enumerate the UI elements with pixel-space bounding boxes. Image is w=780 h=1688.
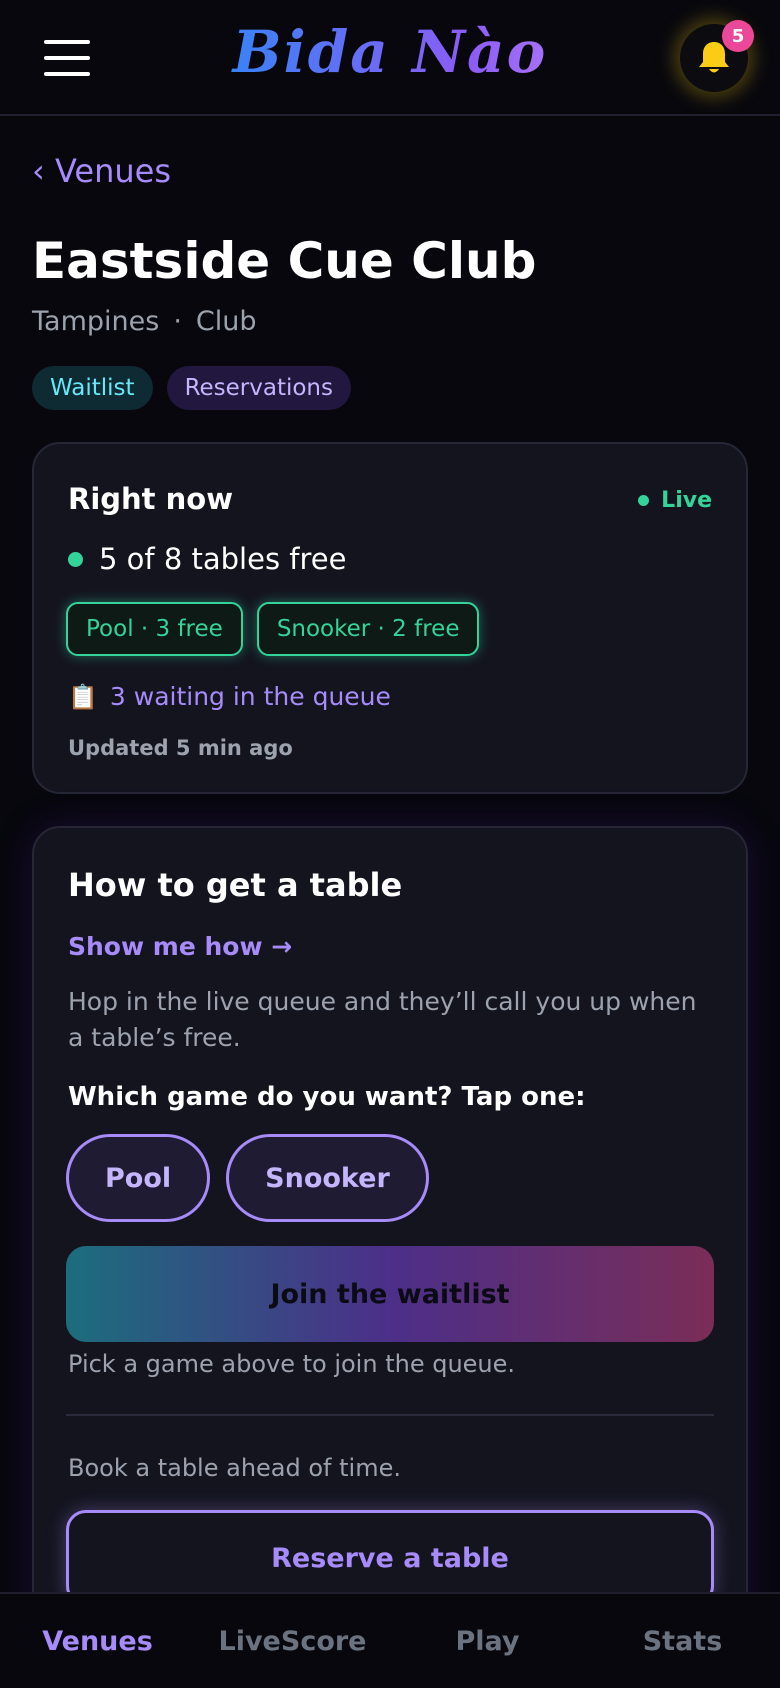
game-snooker-button[interactable]: Snooker (226, 1134, 429, 1222)
back-to-venues-link[interactable]: ‹ Venues (32, 152, 171, 190)
live-label: Live (661, 488, 712, 513)
notification-badge: 5 (722, 20, 754, 52)
right-now-title: Right now (68, 482, 233, 516)
chip-pool-free: Pool · 3 free (66, 602, 243, 656)
venue-type: Club (195, 306, 257, 337)
nav-item-venues[interactable]: Venues (0, 1594, 195, 1688)
get-table-title: How to get a table (68, 866, 403, 904)
nav-item-stats[interactable]: Stats (585, 1594, 780, 1688)
venue-title: Eastside Cue Club (32, 232, 537, 290)
updated-timestamp: Updated 5 min ago (68, 736, 293, 760)
app-logo[interactable]: Bida Nào (0, 18, 780, 86)
app-root: Bida Nào 5 ‹ Venues Eastside Cue Club Ta… (0, 0, 780, 1688)
bottom-nav: Venues LiveScore Play Stats (0, 1592, 780, 1688)
venue-area: Tampines (32, 306, 160, 337)
live-dot-icon (638, 495, 650, 506)
clipboard-icon: 📋 (68, 682, 98, 711)
tables-free-text: 5 of 8 tables free (99, 542, 347, 576)
tag-reservations: Reservations (166, 366, 351, 410)
get-table-card: How to get a table Show me how → Hop in … (32, 826, 748, 1688)
subtitle-separator: · (173, 306, 182, 337)
chip-snooker-free: Snooker · 2 free (256, 602, 480, 656)
status-dot-icon (68, 551, 83, 567)
game-pool-button[interactable]: Pool (66, 1134, 211, 1222)
availability-chips: Pool · 3 free Snooker · 2 free (66, 602, 480, 656)
join-waitlist-button[interactable]: Join the waitlist (66, 1246, 714, 1342)
show-me-how-link[interactable]: Show me how → (68, 932, 292, 961)
right-now-card: Right now Live 5 of 8 tables free Pool ·… (32, 442, 748, 794)
tag-waitlist: Waitlist (32, 366, 153, 410)
game-prompt: Which game do you want? Tap one: (68, 1082, 586, 1112)
book-ahead-text: Book a table ahead of time. (68, 1454, 401, 1482)
top-header: Bida Nào 5 (0, 0, 780, 116)
section-divider (66, 1414, 714, 1416)
queue-status: 📋 3 waiting in the queue (68, 682, 391, 711)
queue-description: Hop in the live queue and they’ll call y… (68, 987, 697, 1052)
nav-item-play[interactable]: Play (390, 1594, 585, 1688)
tables-free-status: 5 of 8 tables free (68, 542, 346, 576)
venue-tags: Waitlist Reservations (32, 366, 351, 410)
game-selector: Pool Snooker (66, 1134, 429, 1222)
nav-item-livescore[interactable]: LiveScore (195, 1594, 390, 1688)
live-indicator: Live (638, 488, 712, 513)
pick-game-hint: Pick a game above to join the queue. (68, 1350, 516, 1378)
queue-text: 3 waiting in the queue (109, 682, 391, 711)
venue-subtitle: Tampines · Club (32, 306, 257, 337)
